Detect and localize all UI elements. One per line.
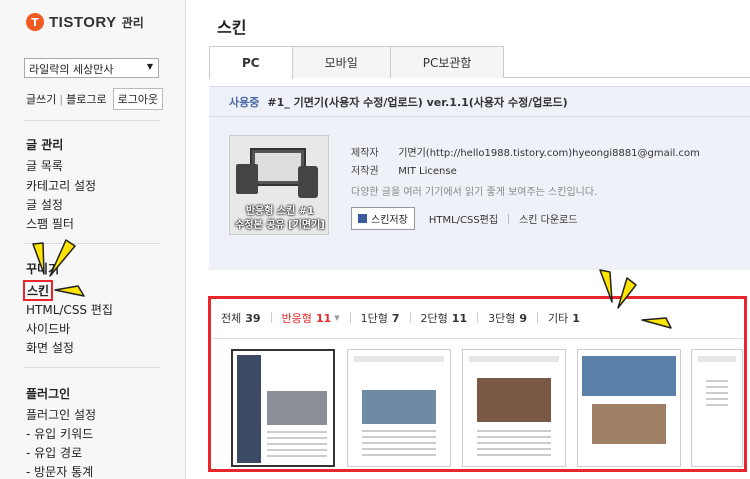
- pointer-arrow-icon: [617, 277, 637, 309]
- tistory-admin: T TISTORY 관리 라일락의 세상만사 ▼ 글쓰기 | 블로그로 로그아웃…: [0, 0, 750, 479]
- pointer-arrow-icon: [32, 242, 45, 275]
- annotation-pointers: [32, 239, 672, 329]
- pointer-arrow-icon: [599, 269, 613, 303]
- pointer-arrow-icon: [49, 239, 76, 277]
- pointer-arrow-icon: [54, 285, 85, 297]
- pointer-arrow-icon: [641, 317, 672, 329]
